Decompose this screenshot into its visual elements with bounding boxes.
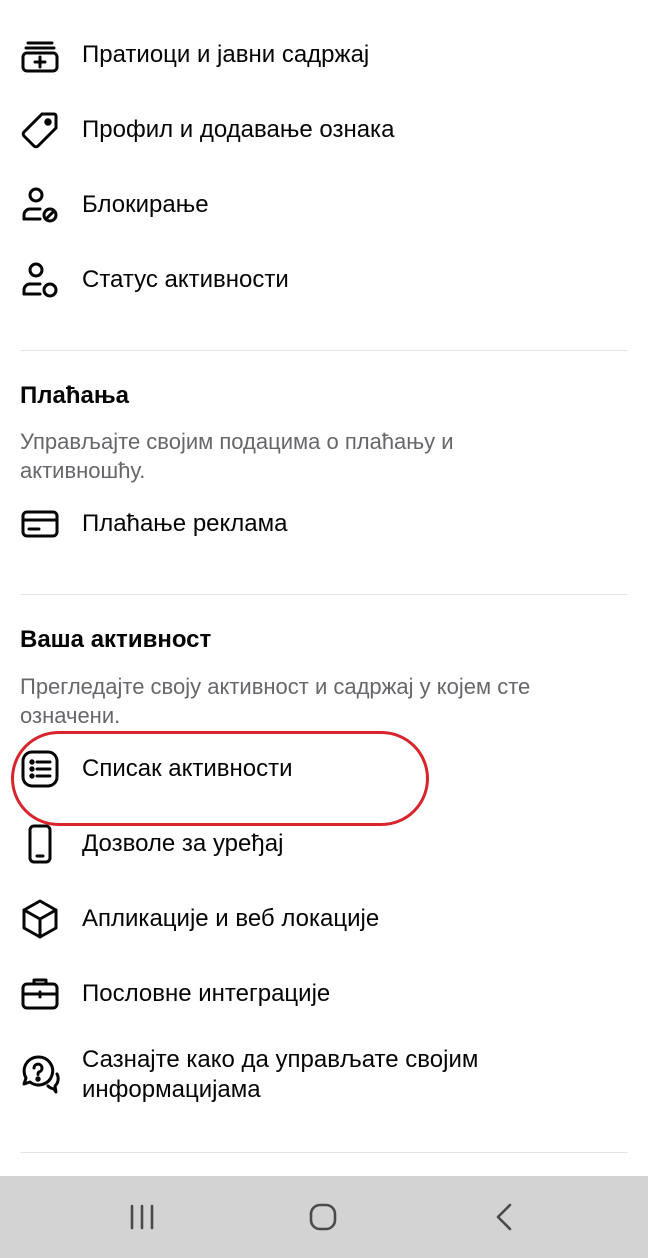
phone-icon bbox=[18, 822, 62, 866]
menu-item-label: Пратиоци и јавни садржај bbox=[82, 41, 370, 68]
credit-card-icon bbox=[18, 502, 62, 546]
briefcase-icon bbox=[18, 972, 62, 1016]
menu-item-ad-payments[interactable]: Плаћање реклама bbox=[0, 494, 648, 554]
menu-item-apps-websites[interactable]: Апликације и веб локације bbox=[0, 889, 648, 949]
section-divider bbox=[20, 1152, 628, 1153]
recent-apps-icon[interactable] bbox=[120, 1196, 164, 1240]
section-description-activity: Прегледајте своју активност и садржај у … bbox=[20, 674, 531, 728]
section-title-activity: Ваша активност bbox=[20, 626, 212, 653]
menu-item-profile-tagging[interactable]: Профил и додавање ознака bbox=[0, 100, 648, 160]
menu-item-manage-information[interactable]: Сазнајте како да управљате својим информ… bbox=[0, 1038, 648, 1112]
menu-item-label: Плаћање реклама bbox=[82, 510, 288, 537]
menu-item-label: Сазнајте како да управљате својим информ… bbox=[82, 1046, 479, 1103]
menu-item-activity-status[interactable]: Статус активности bbox=[0, 250, 648, 310]
section-divider bbox=[20, 350, 628, 351]
menu-item-label: Апликације и веб локације bbox=[82, 905, 380, 932]
tag-icon bbox=[18, 108, 62, 152]
followers-add-icon bbox=[18, 33, 62, 77]
menu-item-label: Пословне интеграције bbox=[82, 980, 331, 1007]
menu-item-label: Профил и додавање ознака bbox=[82, 116, 395, 143]
menu-item-label: Статус активности bbox=[82, 266, 289, 293]
user-status-icon bbox=[18, 258, 62, 302]
section-divider bbox=[20, 594, 628, 595]
system-navigation-bar bbox=[0, 1176, 648, 1258]
highlight-annotation bbox=[11, 731, 429, 826]
help-chat-icon bbox=[18, 1053, 62, 1097]
menu-item-followers[interactable]: Пратиоци и јавни садржај bbox=[0, 25, 648, 85]
menu-item-blocking[interactable]: Блокирање bbox=[0, 175, 648, 235]
menu-item-device-permissions[interactable]: Дозволе за уређај bbox=[0, 814, 648, 874]
menu-item-business-integrations[interactable]: Пословне интеграције bbox=[0, 964, 648, 1024]
back-icon[interactable] bbox=[482, 1196, 526, 1240]
section-title-payments: Плаћања bbox=[20, 382, 129, 409]
menu-item-label: Блокирање bbox=[82, 191, 209, 218]
section-description-payments: Управљајте својим подацима о плаћању и а… bbox=[20, 429, 454, 483]
cube-icon bbox=[18, 897, 62, 941]
menu-item-label: Дозволе за уређај bbox=[82, 830, 284, 857]
user-block-icon bbox=[18, 183, 62, 227]
home-icon[interactable] bbox=[301, 1196, 345, 1240]
